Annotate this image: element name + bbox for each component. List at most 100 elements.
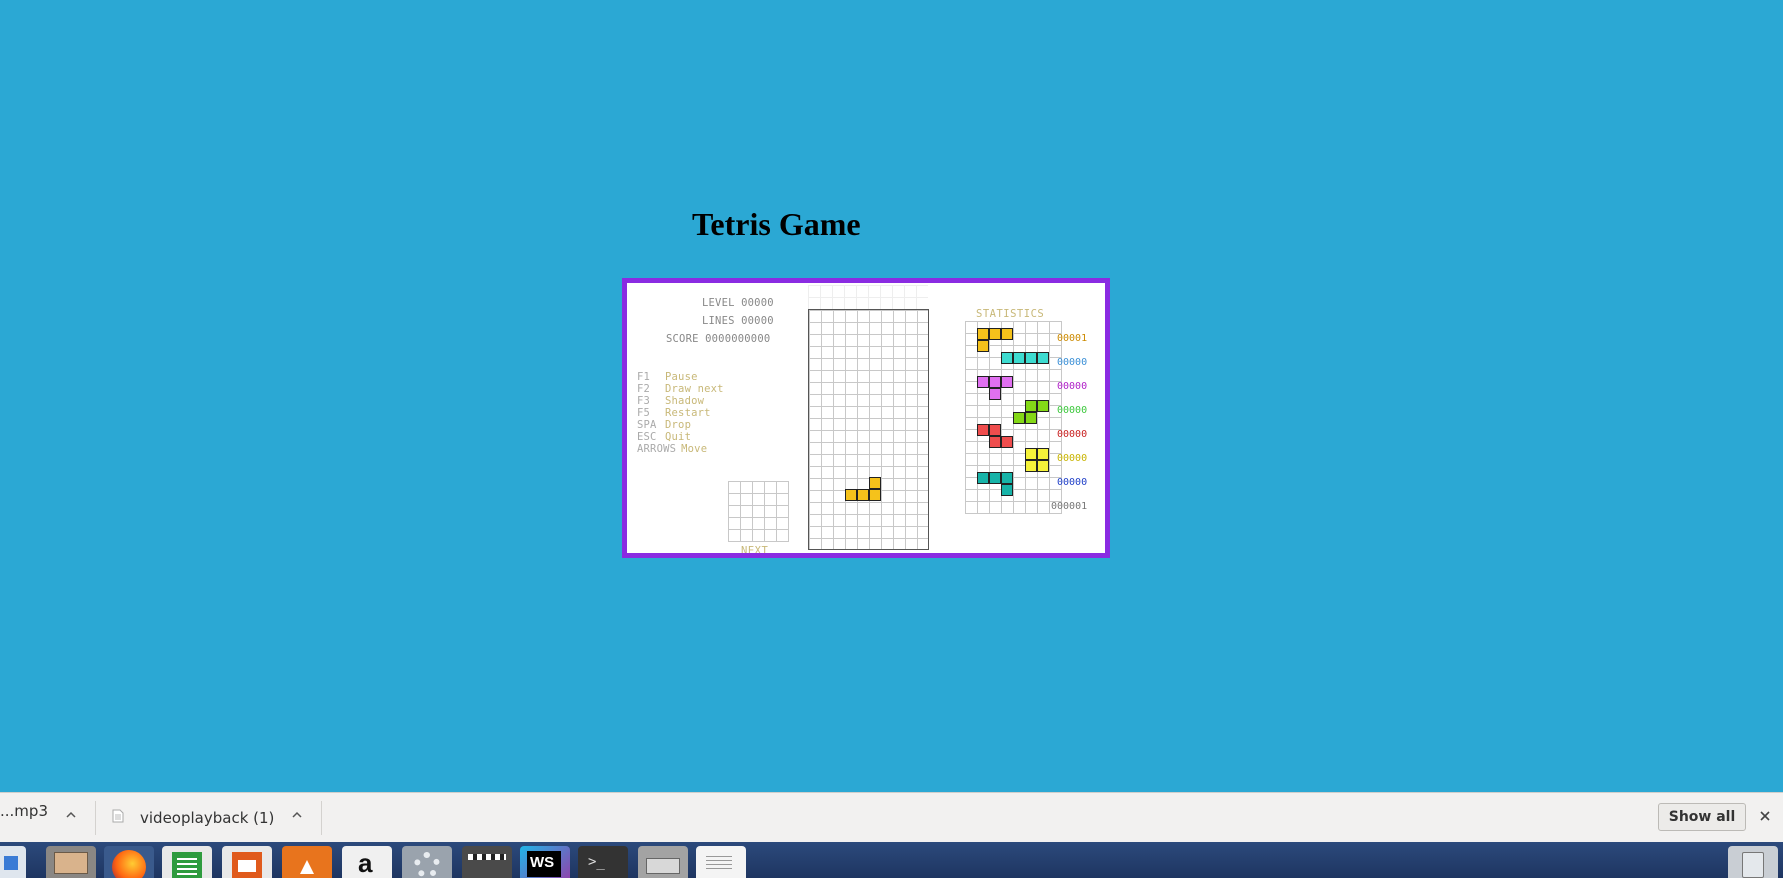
control-row: ARROWS Move — [637, 443, 707, 455]
close-icon[interactable] — [1758, 809, 1772, 823]
file-icon — [112, 809, 124, 823]
active-piece-block — [869, 489, 881, 501]
stat-total: 000001 — [1051, 501, 1088, 512]
presentation-icon[interactable] — [222, 846, 272, 878]
settings-icon[interactable] — [402, 846, 452, 878]
chevron-up-icon[interactable] — [292, 810, 302, 820]
stat-piece-block-t — [989, 376, 1001, 388]
stat-piece-block-i — [1001, 352, 1013, 364]
show-all-button[interactable]: Show all — [1658, 803, 1746, 831]
stat-piece-block-z — [977, 424, 989, 436]
stat-piece-block-o — [1037, 460, 1049, 472]
next-label: NEXT — [741, 545, 769, 557]
control-key: F3 — [637, 395, 651, 407]
stat-piece-block-o — [1025, 460, 1037, 472]
stat-piece-block-i — [1025, 352, 1037, 364]
active-piece-block — [869, 477, 881, 489]
stat-piece-block-j — [977, 472, 989, 484]
spreadsheet-icon[interactable] — [162, 846, 212, 878]
control-row: SPA Drop — [637, 419, 691, 431]
download-bar: ...mp3 videoplayback (1) Show all — [0, 792, 1783, 842]
webstorm-icon[interactable]: WS — [520, 846, 570, 878]
stat-piece-block-s — [1037, 400, 1049, 412]
active-piece-block — [845, 489, 857, 501]
stat-count-l: 00001 — [1057, 333, 1088, 344]
chevron-up-icon[interactable] — [66, 810, 76, 820]
stat-piece-block-s — [1025, 400, 1037, 412]
control-key: F1 — [637, 371, 651, 383]
trash-icon[interactable] — [1728, 846, 1778, 878]
stat-count-s: 00000 — [1057, 405, 1088, 416]
control-row: F3 Shadow — [637, 395, 704, 407]
statistics-label: STATISTICS — [976, 308, 1045, 320]
amazon-icon[interactable]: a — [342, 846, 392, 878]
stat-count-z: 00000 — [1057, 429, 1088, 440]
software-center-icon[interactable] — [282, 846, 332, 878]
control-row: F1 Pause — [637, 371, 698, 383]
stat-count-i: 00000 — [1057, 357, 1088, 368]
lines-readout: LINES 00000 — [702, 314, 774, 328]
active-piece-block — [857, 489, 869, 501]
stat-count-o: 00000 — [1057, 453, 1088, 464]
stat-piece-block-l — [977, 340, 989, 352]
stat-piece-block-z — [1001, 436, 1013, 448]
tetris-game-canvas[interactable]: LEVEL 00000 LINES 00000 SCORE 0000000000… — [622, 278, 1110, 558]
image-viewer-icon[interactable] — [0, 846, 26, 878]
stat-piece-block-j — [989, 472, 1001, 484]
level-label: LEVEL — [702, 297, 735, 309]
control-row: F5 Restart — [637, 407, 711, 419]
stat-piece-block-s — [1025, 412, 1037, 424]
control-action: Restart — [665, 407, 711, 419]
stat-count-t: 00000 — [1057, 381, 1088, 392]
stat-piece-block-i — [1013, 352, 1025, 364]
stat-piece-block-t — [977, 376, 989, 388]
control-key: ESC — [637, 431, 657, 443]
terminal-icon[interactable]: >_ — [578, 846, 628, 878]
stat-piece-block-j — [1001, 484, 1013, 496]
stat-piece-block-s — [1013, 412, 1025, 424]
lines-label: LINES — [702, 315, 735, 327]
control-key: F5 — [637, 407, 651, 419]
webstorm-letters: WS — [530, 854, 555, 871]
control-row: ESC Quit — [637, 431, 691, 443]
control-action: Drop — [665, 419, 692, 431]
stat-piece-block-z — [989, 436, 1001, 448]
level-readout: LEVEL 00000 — [702, 296, 774, 310]
score-value: 0000000000 — [705, 333, 771, 345]
stat-count-j: 00000 — [1057, 477, 1088, 488]
file-manager-icon[interactable] — [46, 846, 96, 878]
video-editor-icon[interactable] — [462, 846, 512, 878]
score-label: SCORE — [666, 333, 699, 345]
stat-piece-block-t — [989, 388, 1001, 400]
lines-value: 00000 — [741, 315, 774, 327]
control-key: ARROWS — [637, 443, 677, 455]
amazon-letter: a — [358, 848, 373, 878]
level-value: 00000 — [741, 297, 774, 309]
control-action: Quit — [665, 431, 692, 443]
stat-piece-block-z — [989, 424, 1001, 436]
playfield-hidden-rows — [808, 285, 928, 309]
control-action: Shadow — [665, 395, 705, 407]
firefox-icon[interactable] — [104, 846, 154, 878]
control-key: F2 — [637, 383, 651, 395]
control-row: F2 Draw next — [637, 383, 724, 395]
control-action: Pause — [665, 371, 698, 383]
stat-piece-block-t — [1001, 376, 1013, 388]
printer-icon[interactable] — [638, 846, 688, 878]
stat-piece-block-j — [1001, 472, 1013, 484]
download-item-name: videoplayback (1) — [140, 809, 275, 827]
control-key: SPA — [637, 419, 657, 431]
stat-piece-block-l — [989, 328, 1001, 340]
download-item[interactable]: ...mp3 — [0, 793, 92, 843]
taskbar: a WS >_ — [0, 842, 1783, 878]
download-item[interactable]: videoplayback (1) — [96, 793, 321, 843]
text-editor-icon[interactable] — [696, 846, 746, 878]
next-piece-preview — [728, 481, 789, 542]
control-action: Draw next — [665, 383, 724, 395]
stat-piece-block-l — [1001, 328, 1013, 340]
stat-piece-block-i — [1037, 352, 1049, 364]
stat-piece-block-l — [977, 328, 989, 340]
playfield — [808, 309, 929, 550]
page-title: Tetris Game — [692, 206, 861, 242]
stat-piece-block-o — [1025, 448, 1037, 460]
